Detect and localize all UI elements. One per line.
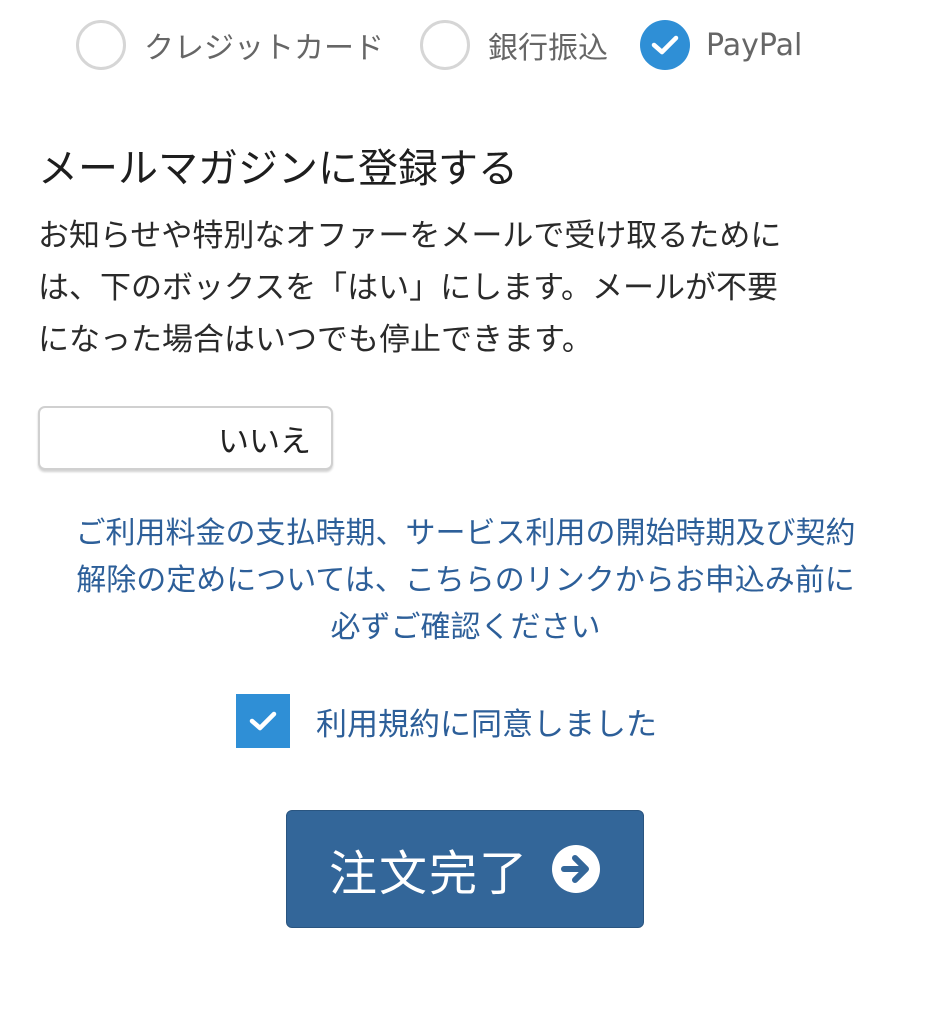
terms-info-link[interactable]: ご利用料金の支払時期、サービス利用の開始時期及び契約 解除の定めについては、こち… (30, 510, 901, 651)
newsletter-select[interactable]: いいえ (38, 406, 333, 470)
newsletter-title: メールマガジンに登録する (38, 146, 518, 192)
arrow-right-circle-icon (551, 844, 601, 894)
radio-unchecked-icon[interactable] (420, 20, 470, 70)
agree-terms-row[interactable]: 利用規約に同意しました (236, 694, 657, 748)
payment-option-bank-transfer[interactable]: 銀行振込 (420, 20, 608, 70)
submit-label: 注文完了 (328, 846, 529, 902)
payment-option-label: クレジットカード (144, 31, 384, 66)
payment-option-label: 銀行振込 (488, 31, 608, 66)
newsletter-description-line: お知らせや特別なオファーをメールで受け取るために (38, 218, 782, 254)
radio-unchecked-icon[interactable] (76, 20, 126, 70)
newsletter-description-line: になった場合はいつでも停止できます。 (38, 322, 593, 358)
agree-label: 利用規約に同意しました (316, 706, 657, 743)
agree-checkbox[interactable] (236, 694, 290, 748)
payment-option-label: PayPal (706, 27, 803, 63)
terms-link-line: 必ずご確認ください (330, 610, 601, 645)
checkmark-icon (249, 711, 277, 731)
checkout-page: クレジットカード 銀行振込 PayPal メールマガジンに登録する お知らせや特… (0, 0, 931, 1024)
newsletter-description-line: は、下のボックスを「はい」にします。メールが不要 (38, 270, 778, 306)
radio-checked-icon[interactable] (640, 20, 690, 70)
terms-link-line: ご利用料金の支払時期、サービス利用の開始時期及び契約 (75, 516, 856, 551)
newsletter-description: お知らせや特別なオファーをメールで受け取るために は、下のボックスを「はい」にし… (38, 210, 898, 366)
checkmark-icon (651, 35, 679, 55)
payment-method-group: クレジットカード 銀行振込 PayPal (76, 20, 802, 70)
payment-option-paypal[interactable]: PayPal (640, 20, 802, 70)
payment-option-credit-card[interactable]: クレジットカード (76, 20, 384, 70)
complete-order-button[interactable]: 注文完了 (286, 810, 644, 928)
terms-link-line: 解除の定めについては、こちらのリンクからお申込み前に (76, 563, 855, 598)
